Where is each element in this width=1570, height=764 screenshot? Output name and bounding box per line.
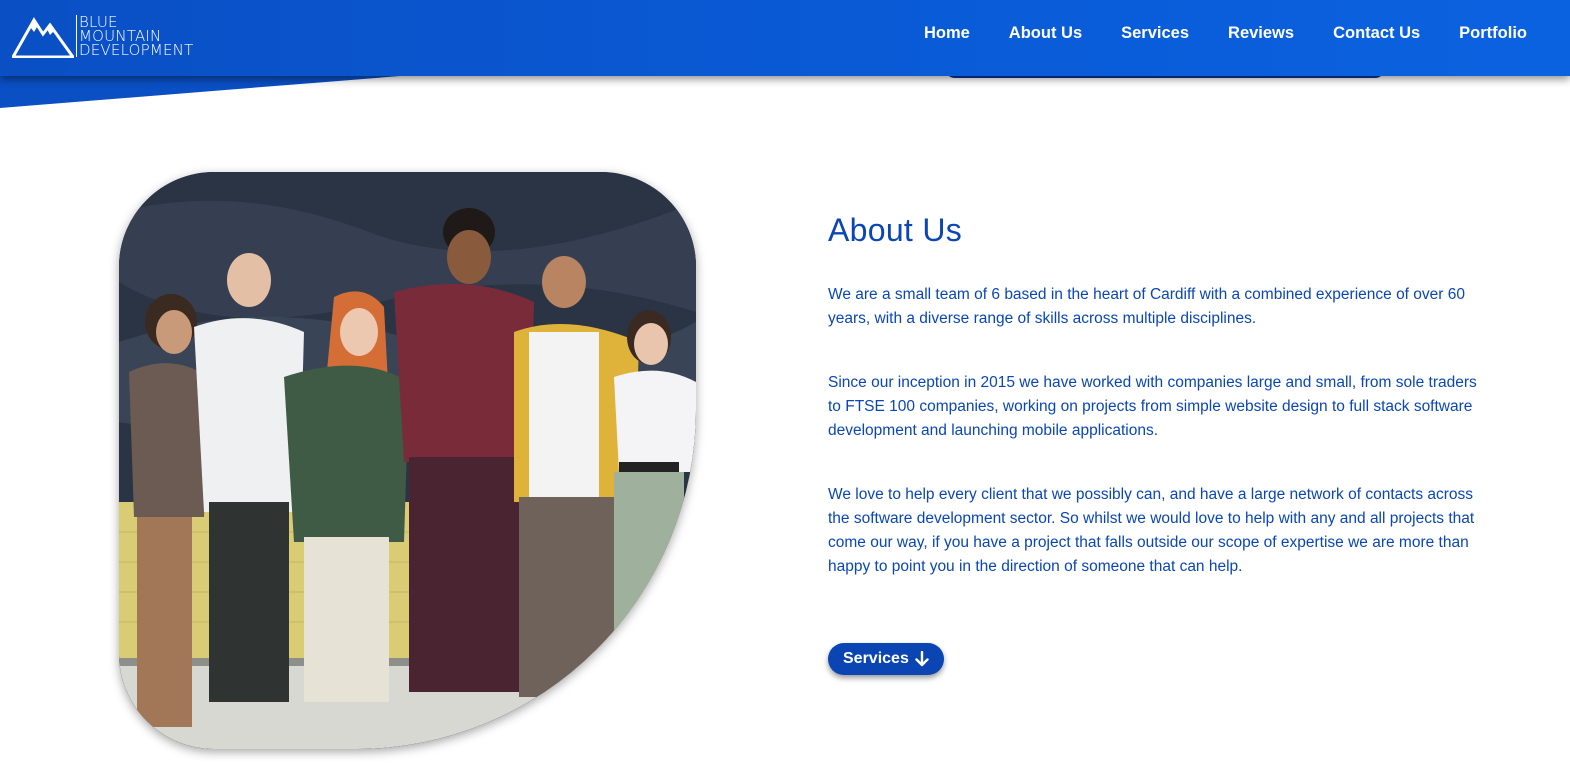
main-nav: Home About Us Services Reviews Contact U…	[924, 24, 1527, 43]
about-paragraph-1: We are a small team of 6 based in the he…	[828, 286, 1465, 327]
nav-services[interactable]: Services	[1121, 24, 1189, 43]
about-paragraph-3: We love to help every client that we pos…	[828, 486, 1475, 575]
brand-line-3: DEVELOPMENT	[79, 41, 194, 59]
services-button-label: Services	[843, 650, 909, 667]
site-header: BLUE MOUNTAIN DEVELOPMENT Home About Us …	[0, 0, 1570, 76]
nav-about-us[interactable]: About Us	[1009, 24, 1082, 43]
arrow-down-icon	[915, 651, 929, 667]
brand-logo[interactable]: BLUE MOUNTAIN DEVELOPMENT	[12, 13, 193, 59]
nav-home[interactable]: Home	[924, 24, 970, 43]
brand-name: BLUE MOUNTAIN DEVELOPMENT	[76, 15, 194, 59]
services-button[interactable]: Services	[828, 643, 944, 675]
mountain-icon	[12, 17, 74, 58]
nav-reviews[interactable]: Reviews	[1228, 24, 1294, 43]
nav-contact-us[interactable]: Contact Us	[1333, 24, 1420, 43]
team-photo	[119, 172, 696, 749]
about-paragraph-2: Since our inception in 2015 we have work…	[828, 374, 1477, 439]
about-title: About Us	[828, 212, 963, 248]
nav-portfolio[interactable]: Portfolio	[1459, 24, 1527, 43]
